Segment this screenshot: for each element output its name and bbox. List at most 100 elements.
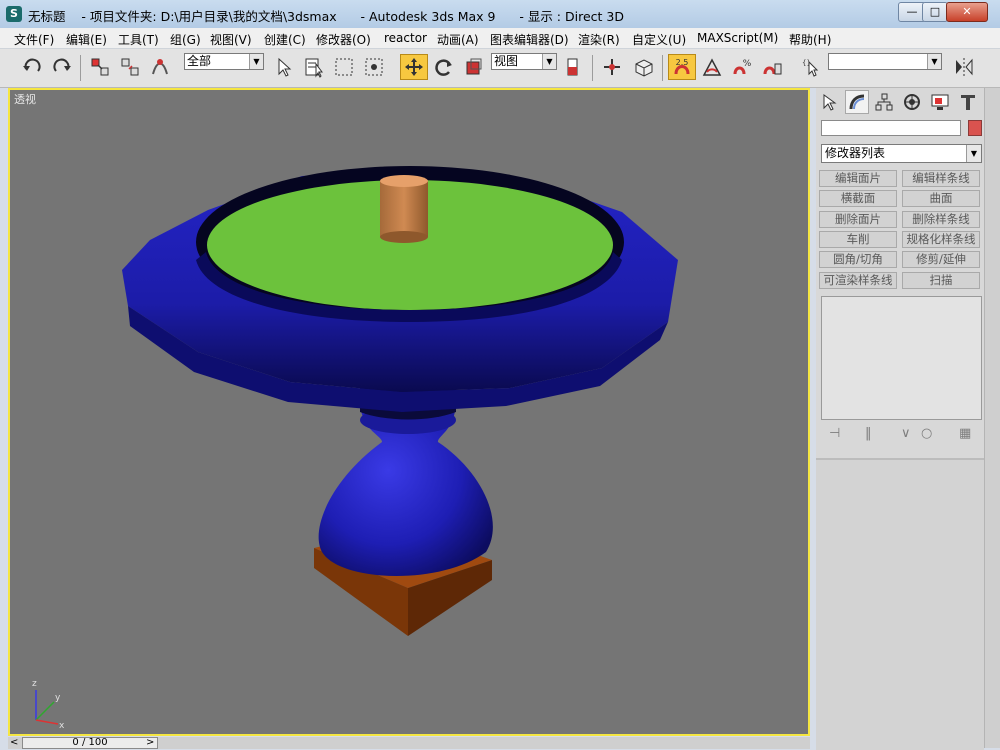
edit-spline-button[interactable]: 编辑样条线 xyxy=(902,170,980,187)
next-frame-button[interactable]: > xyxy=(146,737,154,748)
spinner-snap-icon[interactable] xyxy=(760,54,784,80)
modifier-list-dropdown[interactable]: 修改器列表 ▼ xyxy=(821,144,982,163)
fillet-chamfer-button[interactable]: 圆角/切角 xyxy=(819,251,897,268)
menu-modifiers[interactable]: 修改器(O) xyxy=(316,31,371,48)
axis-z-label: z xyxy=(32,679,37,689)
menu-tools[interactable]: 工具(T) xyxy=(118,31,159,48)
hierarchy-tab-icon[interactable] xyxy=(872,90,896,114)
keyboard-shortcut-icon[interactable] xyxy=(632,54,656,80)
pivot-icon[interactable] xyxy=(562,54,586,80)
menu-maxscript[interactable]: MAXScript(M) xyxy=(697,31,778,45)
parameters-rollout xyxy=(816,458,984,750)
chevron-down-icon: ▼ xyxy=(249,54,263,69)
axis-tripod-icon: z y x xyxy=(32,679,65,731)
menu-create[interactable]: 创建(C) xyxy=(264,31,306,48)
make-unique-icon[interactable]: ∨ xyxy=(901,426,911,441)
manipulate-icon[interactable] xyxy=(600,54,624,80)
renderable-spline-button[interactable]: 可渲染样条线 xyxy=(819,272,897,289)
redo-icon[interactable] xyxy=(50,54,74,80)
menu-group[interactable]: 组(G) xyxy=(170,31,201,48)
snap-toggle-icon[interactable]: 2.5 xyxy=(668,54,696,80)
menu-rendering[interactable]: 渲染(R) xyxy=(578,31,620,48)
object-color-swatch[interactable] xyxy=(968,120,982,136)
table-leg[interactable] xyxy=(318,386,493,577)
pin-stack-icon[interactable]: ⊣ xyxy=(829,426,840,441)
create-tab-icon[interactable] xyxy=(818,90,842,114)
modifier-list-label: 修改器列表 xyxy=(825,146,886,160)
bind-spacewarp-icon[interactable] xyxy=(148,54,172,80)
chevron-down-icon: ▼ xyxy=(927,54,941,69)
stack-toolbar: ⊣ ‖ ∨ ○ ▦ xyxy=(821,424,982,446)
rect-select-icon[interactable] xyxy=(332,54,356,80)
lathe-button[interactable]: 车削 xyxy=(819,231,897,248)
menu-animation[interactable]: 动画(A) xyxy=(437,31,479,48)
perspective-viewport[interactable]: z y x 透视 xyxy=(8,88,810,736)
select-link-icon[interactable] xyxy=(88,54,112,80)
window-crossing-icon[interactable] xyxy=(362,54,386,80)
scene-render[interactable]: z y x xyxy=(10,90,810,736)
time-slider-thumb[interactable]: 0 / 100 xyxy=(22,737,158,749)
menu-customize[interactable]: 自定义(U) xyxy=(632,31,686,48)
display-tab-icon[interactable] xyxy=(928,90,952,114)
remove-modifier-icon[interactable]: ○ xyxy=(921,426,932,441)
mirror-icon[interactable] xyxy=(952,54,976,80)
selection-filter-value: 全部 xyxy=(187,54,212,68)
trim-extend-button[interactable]: 修剪/延伸 xyxy=(902,251,980,268)
svg-text:2.5: 2.5 xyxy=(676,58,689,67)
object-name-field[interactable] xyxy=(821,120,961,136)
menu-bar: 文件(F) 编辑(E) 工具(T) 组(G) 视图(V) 创建(C) 修改器(O… xyxy=(0,28,1000,49)
menu-edit[interactable]: 编辑(E) xyxy=(66,31,107,48)
axis-y-label: y xyxy=(55,693,61,703)
app-logo-icon[interactable]: S xyxy=(6,6,22,22)
select-object-icon[interactable] xyxy=(272,54,296,80)
toolbar-separator xyxy=(592,55,593,81)
select-scale-icon[interactable] xyxy=(462,54,486,80)
configure-sets-icon[interactable]: ▦ xyxy=(959,426,971,441)
modifier-stack-list[interactable] xyxy=(821,296,982,420)
surface-button[interactable]: 曲面 xyxy=(902,190,980,207)
select-rotate-icon[interactable] xyxy=(432,54,456,80)
reference-coordinate-value: 视图 xyxy=(494,54,519,68)
title-bar: S 无标题 - 项目文件夹: D:\用户目录\我的文档\3dsmax - Aut… xyxy=(0,0,1000,29)
toolbar-separator xyxy=(662,55,663,81)
menu-views[interactable]: 视图(V) xyxy=(210,31,252,48)
percent-snap-icon[interactable]: % xyxy=(730,54,754,80)
command-panel: 修改器列表 ▼ 编辑面片 编辑样条线 横截面 曲面 删除面片 删除样条线 车削 规… xyxy=(816,88,984,750)
command-panel-scrollbar[interactable] xyxy=(984,88,1000,748)
reference-coordinate-dropdown[interactable]: 视图 ▼ xyxy=(491,53,557,70)
motion-tab-icon[interactable] xyxy=(900,90,924,114)
edit-patch-button[interactable]: 编辑面片 xyxy=(819,170,897,187)
angle-snap-icon[interactable] xyxy=(700,54,724,80)
command-panel-tabs xyxy=(816,88,984,116)
utilities-tab-icon[interactable] xyxy=(956,90,980,114)
edit-named-selection-icon[interactable]: {} xyxy=(798,54,822,80)
chevron-down-icon: ▼ xyxy=(966,145,981,162)
viewport-label[interactable]: 透视 xyxy=(14,91,36,107)
delete-spline-button[interactable]: 删除样条线 xyxy=(902,211,980,228)
selection-filter-dropdown[interactable]: 全部 ▼ xyxy=(184,53,264,70)
main-toolbar: 全部 ▼ 视图 ▼ 2.5 % {} ▼ xyxy=(0,49,1000,88)
close-button[interactable]: ✕ xyxy=(946,2,988,22)
named-selection-dropdown[interactable]: ▼ xyxy=(828,53,942,70)
maximize-button[interactable]: □ xyxy=(922,2,948,22)
show-end-result-icon[interactable]: ‖ xyxy=(865,426,872,441)
menu-file[interactable]: 文件(F) xyxy=(14,31,54,48)
normalize-spline-button[interactable]: 规格化样条线 xyxy=(902,231,980,248)
menu-graph-editors[interactable]: 图表编辑器(D) xyxy=(490,31,569,48)
menu-reactor[interactable]: reactor xyxy=(384,31,427,45)
chevron-down-icon: ▼ xyxy=(542,54,556,69)
select-move-icon[interactable] xyxy=(400,54,428,80)
undo-icon[interactable] xyxy=(20,54,44,80)
prev-frame-button[interactable]: < xyxy=(10,737,18,748)
sweep-button[interactable]: 扫描 xyxy=(902,272,980,289)
center-cylinder[interactable] xyxy=(380,175,428,243)
cross-section-button[interactable]: 横截面 xyxy=(819,190,897,207)
time-slider: < 0 / 100 > xyxy=(8,737,810,749)
unlink-icon[interactable] xyxy=(118,54,142,80)
axis-x-label: x xyxy=(59,721,65,731)
modify-tab-icon[interactable] xyxy=(845,90,869,114)
delete-patch-button[interactable]: 删除面片 xyxy=(819,211,897,228)
select-by-name-icon[interactable] xyxy=(302,54,326,80)
menu-help[interactable]: 帮助(H) xyxy=(789,31,831,48)
svg-text:%: % xyxy=(743,59,752,69)
